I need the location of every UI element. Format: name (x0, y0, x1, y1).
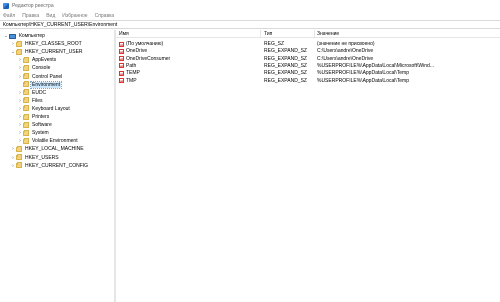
string-value-icon: ab (119, 63, 124, 69)
tree-node-label[interactable]: HKEY_CURRENT_CONFIG (24, 163, 89, 169)
tree-node[interactable]: › Software (17, 121, 53, 129)
folder-icon (16, 40, 22, 47)
string-value-icon: ab (119, 78, 124, 83)
string-value-icon: ab (119, 48, 124, 54)
column-header-data[interactable]: Значение (317, 31, 339, 38)
folder-icon (23, 113, 29, 120)
folder-icon (23, 105, 29, 112)
value-data: %USERPROFILE%\AppData\Local\Temp (317, 77, 409, 84)
address-bar[interactable]: Компьютер\HKEY_CURRENT_USER\Environment (0, 20, 500, 29)
tree-node[interactable]: › EUDC (17, 89, 47, 97)
address-path[interactable]: Компьютер\HKEY_CURRENT_USER\Environment (3, 22, 117, 28)
tree-node[interactable]: › Files (17, 97, 44, 105)
tree-node[interactable]: › Keyboard Layout (17, 105, 71, 113)
tree-node-label[interactable]: Software (31, 122, 53, 128)
folder-icon (23, 129, 29, 136)
regedit-app-icon (3, 2, 9, 9)
folder-icon (23, 97, 29, 104)
tree-node-label[interactable]: Console (31, 65, 51, 71)
folder-icon (23, 137, 29, 144)
value-type: REG_EXPAND_SZ (264, 55, 307, 62)
tree-node-label[interactable]: Компьютер (18, 33, 46, 39)
folder-icon (16, 154, 22, 160)
menu-view[interactable]: Вид (46, 13, 55, 19)
window-title: Редактор реестра (12, 2, 54, 9)
computer-icon (9, 33, 16, 39)
tree-node[interactable]: › AppEvents (17, 56, 57, 64)
menu-bar: Файл Правка Вид Избранное Справка (0, 11, 500, 20)
value-data: %USERPROFILE%\AppData\Local\Temp (317, 70, 409, 77)
value-type: REG_EXPAND_SZ (264, 62, 307, 69)
tree-node-label[interactable]: Printers (31, 114, 50, 120)
value-data: %USERPROFILE%\AppData\Local\Microsoft\Wi… (317, 62, 434, 69)
folder-icon (16, 162, 22, 169)
folder-icon (23, 64, 29, 71)
value-data: C:\Users\andre\OneDrive (317, 55, 374, 62)
folder-icon (23, 73, 29, 79)
tree-node-label[interactable]: Files (31, 98, 44, 104)
tree-node[interactable]: › HKEY_USERS (10, 154, 60, 162)
folder-icon (23, 121, 29, 128)
folder-icon (23, 56, 29, 63)
column-divider[interactable] (314, 30, 315, 38)
menu-edit[interactable]: Правка (22, 13, 39, 19)
registry-tree: ⌄ Компьютер › HKEY_CLASSES_ROOT ⌄ HKEY_CURREN… (0, 30, 114, 302)
column-header-type[interactable]: Тип (264, 31, 272, 38)
tree-node[interactable]: › Printers (17, 113, 50, 121)
folder-icon (23, 81, 29, 88)
registry-value-row[interactable]: ab TMP REG_EXPAND_SZ %USERPROFILE%\AppData\… (116, 77, 500, 85)
string-value-icon: ab (119, 41, 124, 47)
value-data: (значение не присвоено) (317, 41, 375, 47)
tree-node[interactable]: ⌄ Компьютер (3, 32, 46, 40)
values-list: Имя Тип Значение ab (По умолчанию) REG_SZ(… (116, 30, 500, 302)
tree-node[interactable]: › HKEY_CURRENT_CONFIG (10, 162, 89, 170)
tree-node[interactable]: › HKEY_LOCAL_MACHINE (10, 145, 85, 153)
column-divider[interactable] (260, 30, 261, 38)
value-type: REG_SZ (264, 41, 285, 47)
string-value-icon: ab (119, 70, 124, 76)
value-name: OneDriveConsumer (126, 55, 171, 62)
tree-node-label[interactable]: HKEY_USERS (24, 155, 60, 161)
tree-node-label[interactable]: HKEY_CURRENT_USER (24, 49, 84, 55)
tree-node-label[interactable]: Control Panel (31, 74, 63, 80)
tree-node[interactable]: › Control Panel (17, 73, 63, 81)
value-data: C:\Users\andre\OneDrive (317, 48, 374, 55)
folder-icon (23, 89, 29, 96)
tree-node-label[interactable]: Volatile Environment (31, 138, 79, 144)
value-name: OneDrive (126, 48, 148, 55)
list-header: Имя Тип Значение (116, 30, 500, 38)
string-value-icon: ab (119, 56, 124, 62)
value-type: REG_EXPAND_SZ (264, 48, 307, 55)
tree-node-label[interactable]: HKEY_CLASSES_ROOT (24, 41, 83, 47)
value-type: REG_EXPAND_SZ (264, 77, 307, 84)
menu-help[interactable]: Справка (95, 13, 115, 19)
tree-node-label[interactable]: Environment (29, 80, 63, 89)
value-name: TMP (126, 77, 137, 84)
tree-node[interactable]: ⌄ HKEY_CURRENT_USER (10, 48, 84, 56)
tree-node-label[interactable]: Keyboard Layout (31, 106, 71, 112)
folder-icon (16, 145, 22, 152)
menu-file[interactable]: Файл (3, 13, 15, 19)
tree-node-label[interactable]: AppEvents (31, 57, 57, 63)
tree-node[interactable]: › System (17, 129, 50, 137)
value-name: (По умолчанию) (126, 41, 164, 47)
tree-node[interactable]: › Volatile Environment (17, 137, 79, 145)
value-name: TEMP (126, 70, 140, 77)
column-header-name[interactable]: Имя (119, 31, 129, 38)
folder-icon (16, 48, 22, 55)
tree-node-label[interactable]: System (31, 130, 50, 136)
title-bar: Редактор реестра (0, 0, 500, 11)
menu-favorites[interactable]: Избранное (62, 13, 87, 19)
tree-node[interactable]: › HKEY_CLASSES_ROOT (10, 40, 83, 48)
tree-node-label[interactable]: EUDC (31, 90, 47, 96)
tree-node-label[interactable]: HKEY_LOCAL_MACHINE (24, 146, 85, 152)
tree-node[interactable]: Environment (17, 80, 63, 89)
value-name: Path (126, 62, 137, 69)
value-type: REG_EXPAND_SZ (264, 70, 307, 77)
tree-node[interactable]: › Console (17, 64, 51, 72)
